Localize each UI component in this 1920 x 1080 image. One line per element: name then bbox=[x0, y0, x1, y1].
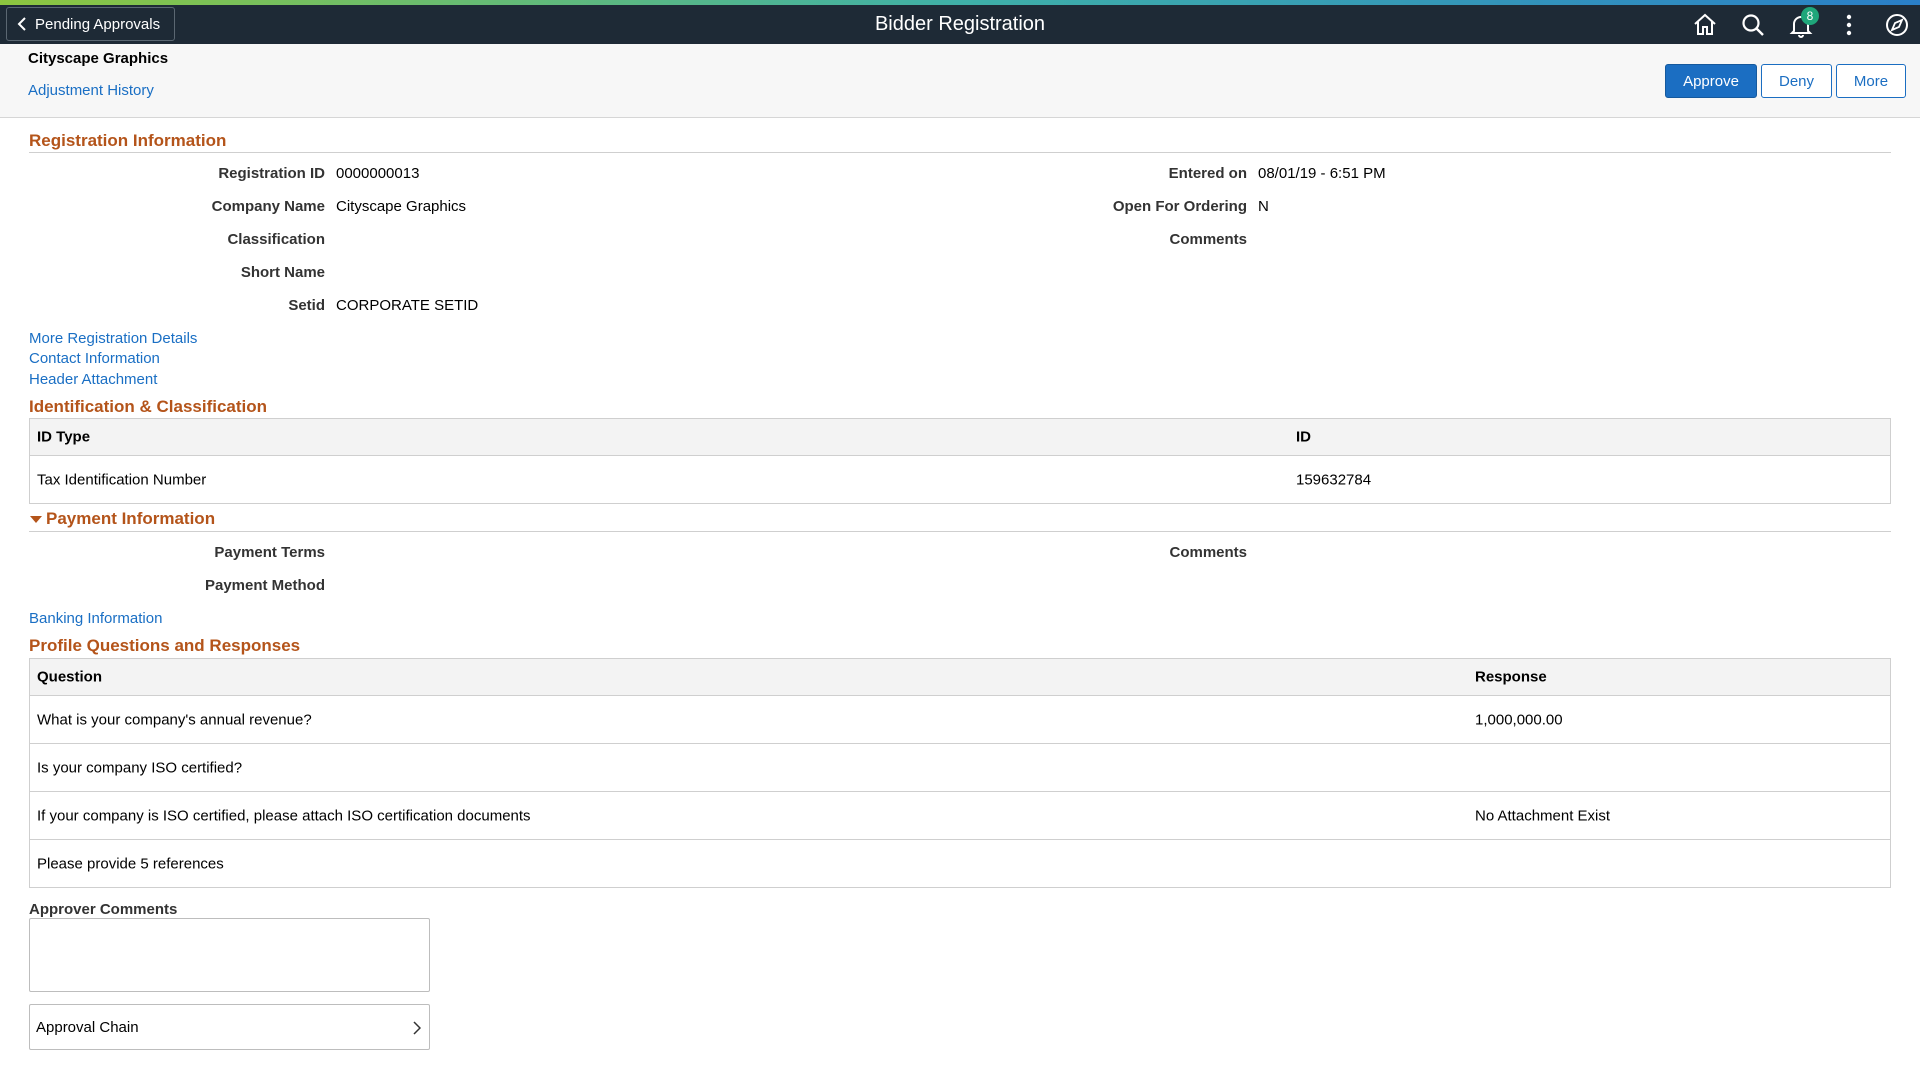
approval-chain-label: Approval Chain bbox=[36, 1018, 139, 1036]
classification-label: Classification bbox=[227, 231, 325, 248]
back-button[interactable]: Pending Approvals bbox=[6, 7, 176, 41]
banking-information-link[interactable]: Banking Information bbox=[29, 610, 162, 627]
grid-header-row: Question Response bbox=[30, 659, 1890, 695]
table-row: Please provide 5 references bbox=[30, 839, 1890, 887]
company-name-label: Company Name bbox=[211, 198, 325, 215]
question-cell: Is your company ISO certified? bbox=[37, 759, 243, 776]
approver-comments-textarea[interactable] bbox=[29, 918, 430, 992]
chevron-left-icon bbox=[17, 17, 26, 31]
section-divider bbox=[29, 531, 1891, 532]
chevron-right-icon bbox=[413, 1021, 421, 1035]
section-divider bbox=[29, 152, 1891, 153]
column-header-id: ID bbox=[1296, 428, 1311, 446]
id-type-cell: Tax Identification Number bbox=[37, 471, 207, 488]
page-header-bar: Cityscape Graphics Adjustment History Ap… bbox=[0, 44, 1920, 118]
payment-terms-label: Payment Terms bbox=[214, 544, 325, 561]
table-row: If your company is ISO certified, please… bbox=[30, 791, 1890, 839]
registration-id-label: Registration ID bbox=[218, 165, 325, 182]
collapse-caret-icon[interactable] bbox=[30, 516, 42, 523]
profile-grid: Question Response What is your company's… bbox=[29, 658, 1891, 888]
response-cell[interactable]: No Attachment Exist bbox=[1475, 807, 1610, 824]
more-button[interactable]: More bbox=[1836, 64, 1906, 98]
entered-on-label: Entered on bbox=[1168, 165, 1247, 182]
top-navigation-bar: Pending Approvals Bidder Registration 8 bbox=[0, 5, 1920, 44]
open-for-ordering-value: N bbox=[1258, 198, 1269, 215]
setid-label: Setid bbox=[288, 297, 325, 314]
bell-icon[interactable]: 8 bbox=[1787, 7, 1819, 39]
registration-id-value: 0000000013 bbox=[336, 165, 420, 182]
comments-label: Comments bbox=[1169, 231, 1247, 248]
short-name-label: Short Name bbox=[240, 264, 325, 281]
column-header-id-type: ID Type bbox=[37, 428, 91, 446]
question-cell: Please provide 5 references bbox=[37, 855, 224, 872]
more-vertical-icon[interactable] bbox=[1835, 11, 1863, 39]
approve-button[interactable]: Approve bbox=[1665, 64, 1757, 98]
table-row: What is your company's annual revenue? 1… bbox=[30, 695, 1890, 743]
payment-method-label: Payment Method bbox=[204, 577, 325, 594]
identification-section-title: Identification & Classification bbox=[29, 397, 268, 416]
approval-chain-button[interactable]: Approval Chain bbox=[29, 1004, 430, 1050]
column-header-question: Question bbox=[37, 668, 103, 686]
approver-comments-label: Approver Comments bbox=[29, 901, 178, 918]
adjustment-history-link[interactable]: Adjustment History bbox=[28, 82, 154, 99]
search-icon[interactable] bbox=[1739, 11, 1767, 39]
payment-comments-label: Comments bbox=[1169, 544, 1247, 561]
home-icon[interactable] bbox=[1691, 11, 1719, 39]
id-cell: 159632784 bbox=[1296, 471, 1372, 488]
more-registration-details-link[interactable]: More Registration Details bbox=[29, 330, 197, 347]
payment-section-title[interactable]: Payment Information bbox=[46, 509, 215, 529]
header-attachment-link[interactable]: Header Attachment bbox=[29, 371, 157, 388]
open-for-ordering-label: Open For Ordering bbox=[1112, 198, 1247, 215]
question-cell: What is your company's annual revenue? bbox=[37, 711, 312, 728]
question-cell: If your company is ISO certified, please… bbox=[37, 807, 531, 824]
company-name-value: Cityscape Graphics bbox=[336, 198, 467, 215]
profile-section-title: Profile Questions and Responses bbox=[29, 636, 301, 655]
deny-button[interactable]: Deny bbox=[1761, 64, 1832, 98]
table-row: Is your company ISO certified? bbox=[30, 743, 1890, 791]
contact-information-link[interactable]: Contact Information bbox=[29, 350, 160, 367]
entered-on-value: 08/01/19 - 6:51 PM bbox=[1258, 165, 1386, 182]
page-title: Bidder Registration bbox=[874, 13, 1046, 35]
setid-value: CORPORATE SETID bbox=[336, 297, 479, 314]
registration-section-title: Registration Information bbox=[29, 131, 227, 150]
grid-header-row: ID Type ID bbox=[30, 419, 1890, 455]
identification-grid: ID Type ID Tax Identification Number 159… bbox=[29, 418, 1891, 504]
company-title: Cityscape Graphics bbox=[28, 50, 169, 67]
column-header-response: Response bbox=[1475, 668, 1547, 686]
table-row: Tax Identification Number 159632784 bbox=[30, 455, 1890, 503]
response-cell: 1,000,000.00 bbox=[1475, 711, 1563, 728]
back-button-label: Pending Approvals bbox=[35, 15, 161, 33]
notification-badge: 8 bbox=[1801, 7, 1819, 25]
compass-icon[interactable] bbox=[1883, 11, 1911, 39]
